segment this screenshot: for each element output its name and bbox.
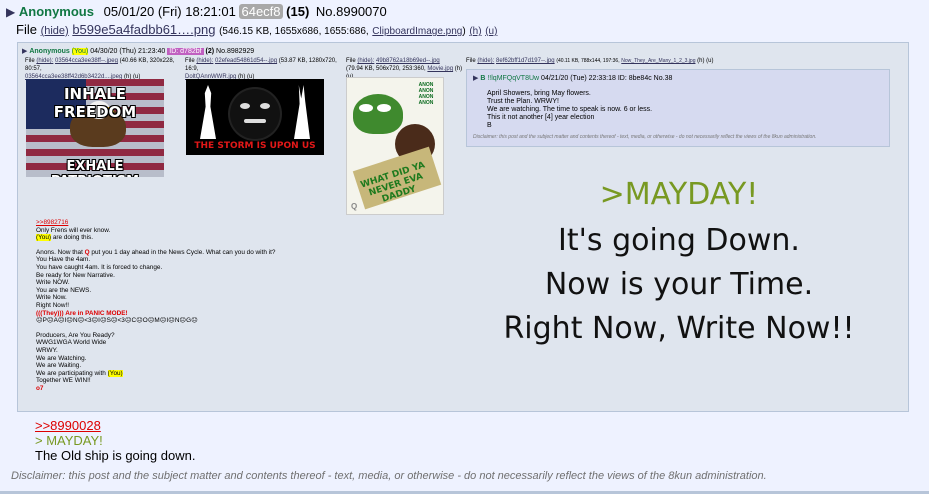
ss-quote-disclaimer: Disclaimer: this post and the subject ma… <box>473 134 817 140</box>
thumb-movie-poster[interactable]: ANON ANON ANON ANON WHAT DID YA NEVER EV… <box>346 77 444 215</box>
post-disclaimer: Disclaimer: this post and the subject ma… <box>11 470 767 482</box>
thumb-eagle-flag[interactable]: INHALE FREEDOM EXHALE PATRIOTISM <box>26 79 164 177</box>
ss-you: (You) <box>71 48 89 55</box>
file-name-link[interactable]: b599e5a4fadbb61….png <box>72 22 215 37</box>
file-original-name[interactable]: ClipboardImage.png <box>372 26 462 37</box>
thumb-storm[interactable]: THE STORM IS UPON US <box>186 79 324 155</box>
thumb1-bottom-text: EXHALE PATRIOTISM <box>51 159 139 177</box>
poster-id[interactable]: 64ecf8 <box>239 4 283 19</box>
ss-file-2: File (hide): 02efead54861d54--.jpg (53.8… <box>185 58 337 80</box>
thumb2-caption: THE STORM IS UPON US <box>194 141 316 151</box>
file-u-link[interactable]: (u) <box>485 26 497 37</box>
ss-date: 04/30/20 (Thu) 21:23:40 <box>90 48 166 55</box>
post-body: >>8990028 > MAYDAY! The Old ship is goin… <box>35 418 195 463</box>
big-mayday: >MAYDAY! <box>599 177 759 212</box>
thumb1-top-text: INHALE FREEDOM <box>53 85 137 121</box>
post-date: 05/01/20 (Fri) 18:21:01 <box>103 4 236 19</box>
post-header: ▶ Anonymous 05/01/20 (Fri) 18:21:01 64ec… <box>6 4 387 19</box>
ss-id: ID: d782bf <box>167 48 204 55</box>
file-meta: (546.15 KB, 1655x686, 1655:686, <box>219 26 369 37</box>
ss-count: (2) <box>205 48 215 55</box>
ss-number: No.8982929 <box>216 48 255 55</box>
ss-big-text: >MAYDAY! It's going Down. Now is your Ti… <box>474 173 884 353</box>
big-line-1: It's going Down. <box>558 223 800 258</box>
big-line-2: Now is your Time. <box>544 267 814 302</box>
ss-quote-body: April Showers, bring May flowers. Trust … <box>487 90 653 129</box>
thumb3-anon-list: ANON ANON ANON ANON <box>418 82 434 106</box>
thumb3-q: Q <box>351 202 358 211</box>
body-line: The Old ship is going down. <box>35 448 196 463</box>
file-hide-link[interactable]: (hide) <box>41 25 69 37</box>
ss-quote-header: ▶ B !!lqMFQqVT8Uw 04/21/20 (Tue) 22:33:1… <box>473 75 673 82</box>
ss-file-1: File (hide): 03564cca3ee38ff--.jpeg (40.… <box>25 58 175 80</box>
ss-arrow: ▶ <box>22 48 28 55</box>
ss-quote-post: ▶ B !!lqMFQqVT8Uw 04/21/20 (Tue) 22:33:1… <box>466 69 890 147</box>
poster-name: Anonymous <box>18 4 94 19</box>
ss-name: Anonymous <box>29 48 70 55</box>
greentext-line: > MAYDAY! <box>35 433 103 448</box>
post-number[interactable]: No.8990070 <box>316 4 387 19</box>
big-line-3: Right Now, Write Now!! <box>503 311 855 346</box>
file-label: File <box>16 22 37 37</box>
file-info: File (hide) b599e5a4fadbb61….png (546.15… <box>16 22 498 37</box>
poster-id-count: (15) <box>286 4 310 19</box>
post-collapse-arrow[interactable]: ▶ <box>6 5 15 19</box>
ss-file-4: File (hide): 8ef62bff1d7d197--.jpg (40.1… <box>466 58 714 64</box>
attached-screenshot[interactable]: ▶ Anonymous (You) 04/30/20 (Thu) 21:23:4… <box>17 42 909 412</box>
reply-link[interactable]: >>8990028 <box>35 418 101 433</box>
file-h-link[interactable]: (h) <box>469 26 481 37</box>
ss-left-body: >>8982716 Only Frens will ever know. (Yo… <box>36 219 276 392</box>
ss-header: ▶ Anonymous (You) 04/30/20 (Thu) 21:23:4… <box>22 47 254 56</box>
